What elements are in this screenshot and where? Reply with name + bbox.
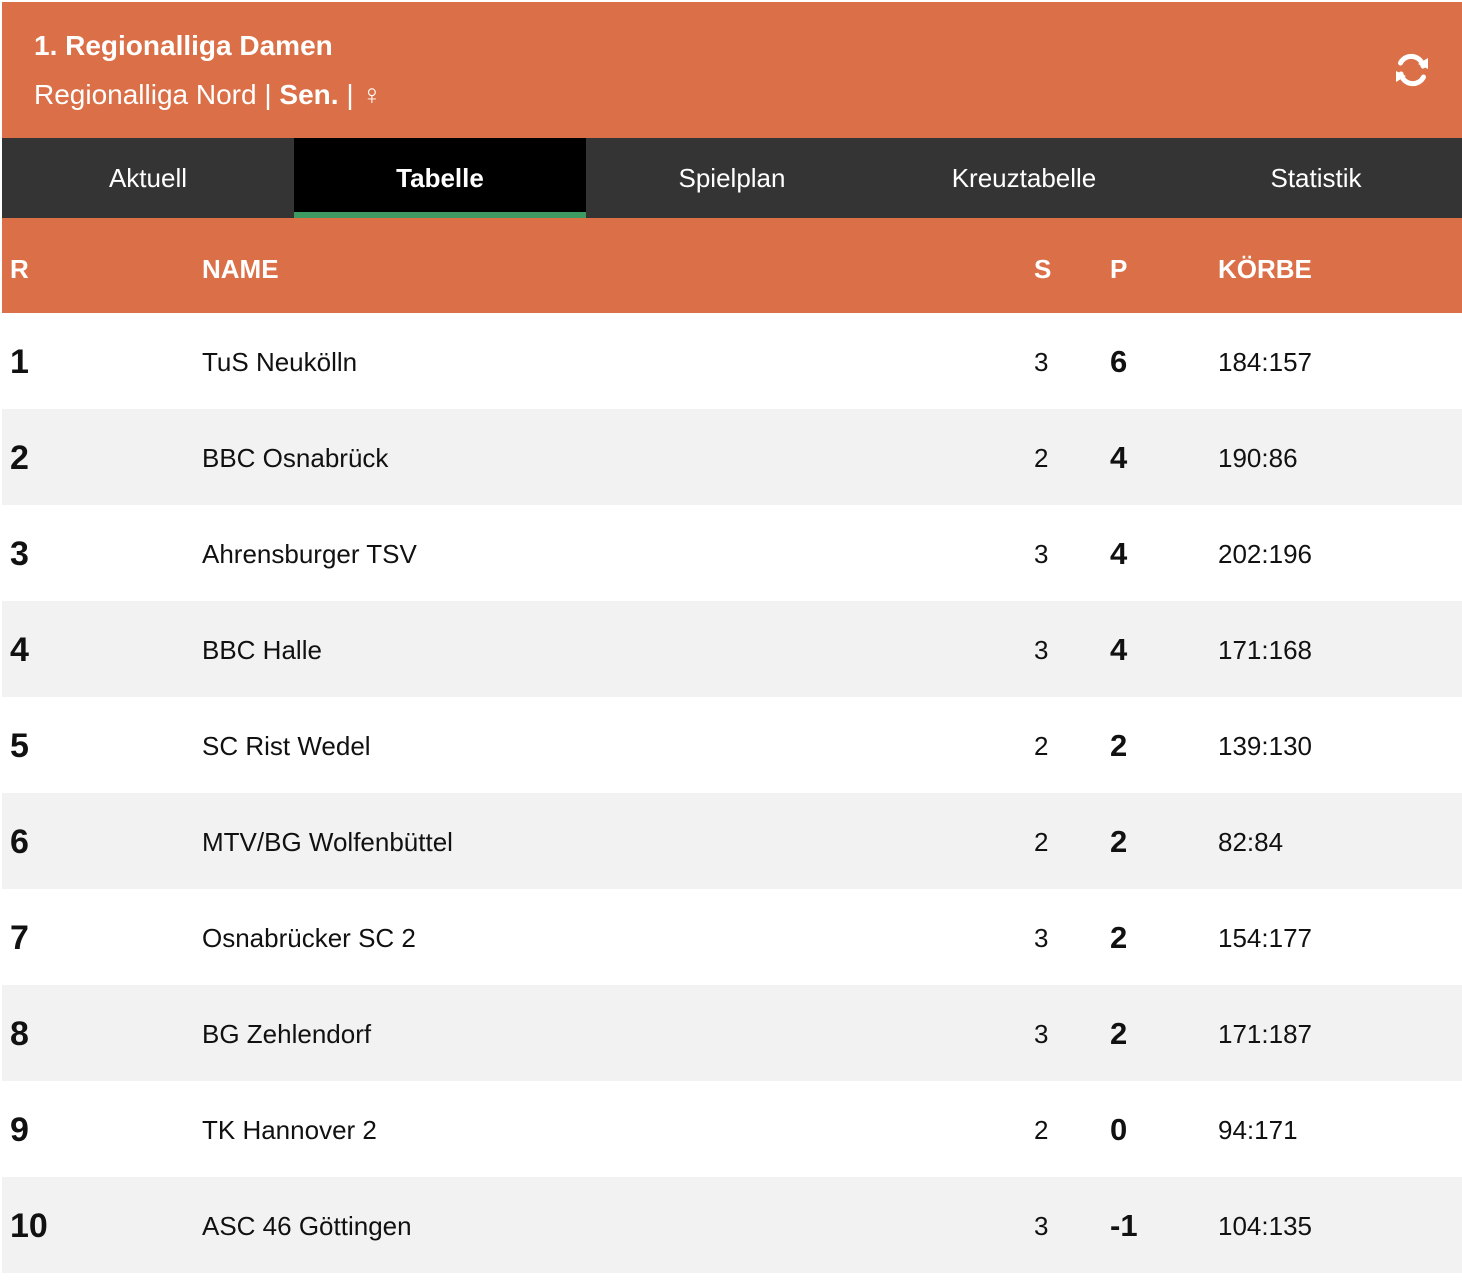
table-row[interactable]: 8 BG Zehlendorf 3 2 171:187: [2, 985, 1462, 1081]
league-subtitle: Regionalliga Nord | Sen. | ♀: [34, 79, 382, 111]
rank: 9: [10, 1111, 29, 1149]
points: 4: [1110, 440, 1128, 475]
subtitle-league: Regionalliga Nord |: [34, 79, 272, 110]
points: 6: [1110, 344, 1128, 379]
games-played: 2: [1034, 731, 1049, 761]
games-played: 3: [1034, 923, 1049, 953]
team-name: Ahrensburger TSV: [202, 539, 417, 569]
games-played: 3: [1034, 539, 1049, 569]
league-title: 1. Regionalliga Damen: [34, 30, 333, 61]
games-played: 3: [1034, 347, 1049, 377]
team-name: TuS Neukölln: [202, 347, 358, 377]
points: 4: [1110, 632, 1128, 667]
tab-bar: Aktuell Tabelle Spielplan Kreuztabelle S…: [2, 138, 1462, 218]
tab-tabelle[interactable]: Tabelle: [294, 138, 586, 218]
header-points[interactable]: P: [1110, 254, 1127, 285]
games-played: 3: [1034, 1019, 1049, 1049]
table-row[interactable]: 2 BBC Osnabrück 2 4 190:86: [2, 409, 1462, 505]
table-row[interactable]: 5 SC Rist Wedel 2 2 139:130: [2, 697, 1462, 793]
table-header: R NAME S P KÖRBE: [2, 218, 1462, 313]
baskets: 171:187: [1218, 1019, 1312, 1049]
subtitle-age-class: Sen.: [279, 79, 339, 110]
points: 4: [1110, 536, 1128, 571]
refresh-icon[interactable]: [1392, 50, 1432, 90]
games-played: 2: [1034, 1115, 1049, 1145]
points: 2: [1110, 728, 1128, 763]
points: 2: [1110, 824, 1128, 859]
baskets: 190:86: [1218, 443, 1298, 473]
subtitle-separator: |: [346, 79, 354, 110]
rank: 6: [10, 823, 29, 861]
baskets: 94:171: [1218, 1115, 1298, 1145]
team-name: SC Rist Wedel: [202, 731, 371, 761]
baskets: 171:168: [1218, 635, 1312, 665]
table-row[interactable]: 4 BBC Halle 3 4 171:168: [2, 601, 1462, 697]
header-baskets[interactable]: KÖRBE: [1218, 254, 1312, 285]
games-played: 3: [1034, 635, 1049, 665]
table-row[interactable]: 6 MTV/BG Wolfenbüttel 2 2 82:84: [2, 793, 1462, 889]
table-row[interactable]: 9 TK Hannover 2 2 0 94:171: [2, 1081, 1462, 1177]
table-row[interactable]: 7 Osnabrücker SC 2 3 2 154:177: [2, 889, 1462, 985]
rank: 5: [10, 727, 29, 765]
team-name: MTV/BG Wolfenbüttel: [202, 827, 453, 857]
table-row[interactable]: 10 ASC 46 Göttingen 3 -1 104:135: [2, 1177, 1462, 1273]
points: 0: [1110, 1112, 1128, 1147]
rank: 7: [10, 919, 29, 957]
games-played: 2: [1034, 443, 1049, 473]
baskets: 202:196: [1218, 539, 1312, 569]
standings-table: 1 TuS Neukölln 3 6 184:157 2 BBC Osnabrü…: [2, 313, 1462, 1273]
baskets: 184:157: [1218, 347, 1312, 377]
tab-aktuell[interactable]: Aktuell: [2, 138, 294, 218]
app-frame: 1. Regionalliga Damen Regionalliga Nord …: [2, 2, 1462, 1278]
rank: 3: [10, 535, 29, 573]
header-name[interactable]: NAME: [202, 254, 279, 285]
female-icon: ♀: [361, 79, 383, 110]
points: 2: [1110, 1016, 1128, 1051]
rank: 8: [10, 1015, 29, 1053]
tab-spielplan[interactable]: Spielplan: [586, 138, 878, 218]
baskets: 104:135: [1218, 1211, 1312, 1241]
tab-kreuztabelle[interactable]: Kreuztabelle: [878, 138, 1170, 218]
games-played: 2: [1034, 827, 1049, 857]
table-row[interactable]: 1 TuS Neukölln 3 6 184:157: [2, 313, 1462, 409]
rank: 2: [10, 439, 29, 477]
team-name: BBC Osnabrück: [202, 443, 389, 473]
rank: 1: [10, 343, 29, 381]
table-row[interactable]: 3 Ahrensburger TSV 3 4 202:196: [2, 505, 1462, 601]
rank: 10: [10, 1207, 48, 1245]
rank: 4: [10, 631, 29, 669]
points: 2: [1110, 920, 1128, 955]
team-name: ASC 46 Göttingen: [202, 1211, 412, 1241]
baskets: 139:130: [1218, 731, 1312, 761]
baskets: 154:177: [1218, 923, 1312, 953]
games-played: 3: [1034, 1211, 1049, 1241]
team-name: BBC Halle: [202, 635, 322, 665]
team-name: Osnabrücker SC 2: [202, 923, 416, 953]
baskets: 82:84: [1218, 827, 1284, 857]
team-name: TK Hannover 2: [202, 1115, 377, 1145]
tab-statistik[interactable]: Statistik: [1170, 138, 1462, 218]
header-games[interactable]: S: [1034, 254, 1051, 285]
league-header: 1. Regionalliga Damen Regionalliga Nord …: [2, 2, 1462, 138]
team-name: BG Zehlendorf: [202, 1019, 372, 1049]
header-rank[interactable]: R: [10, 254, 29, 285]
points: -1: [1110, 1208, 1138, 1243]
